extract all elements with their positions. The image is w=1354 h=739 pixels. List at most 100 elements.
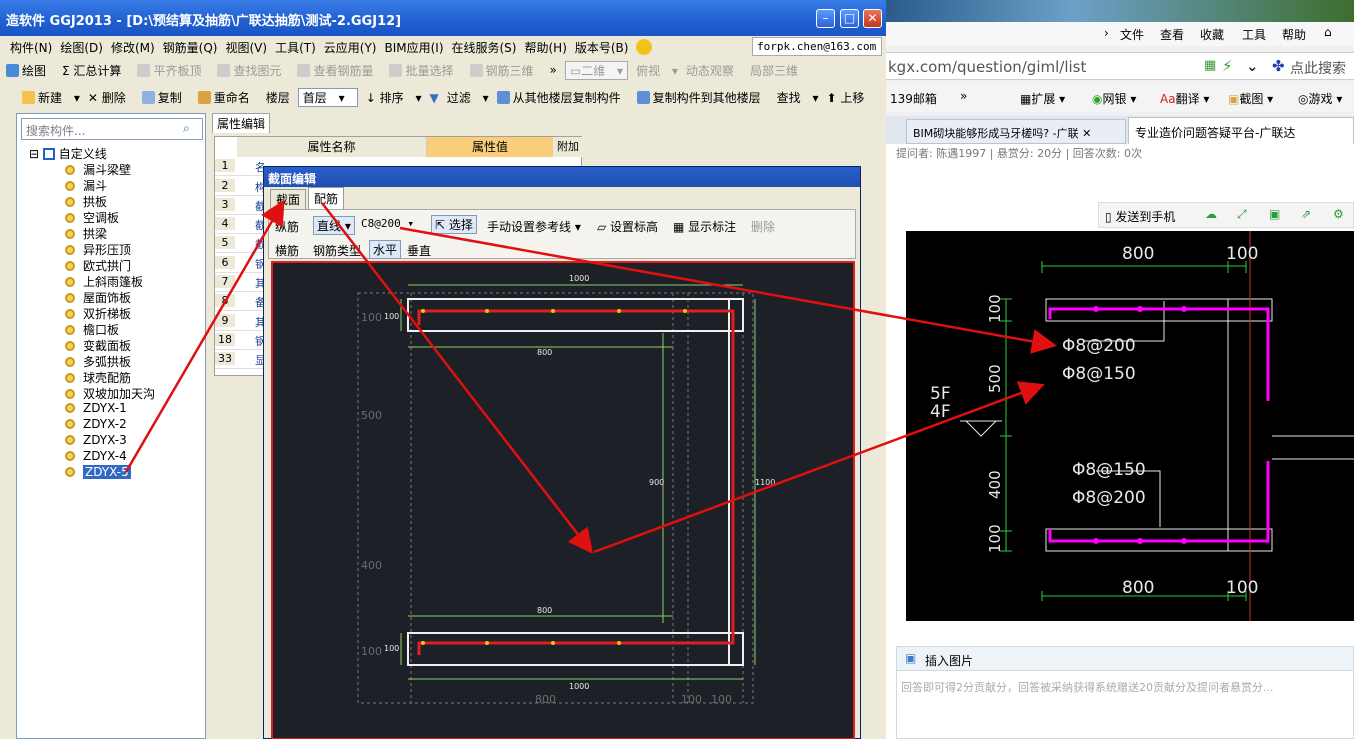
lightning-icon[interactable]: ⚡ (1222, 57, 1233, 75)
rebar-3d-button[interactable]: 钢筋三维 (469, 62, 542, 79)
tree-item[interactable]: 上斜雨篷板 (65, 273, 143, 289)
top-view-button[interactable]: 俯视 ▾ (636, 62, 678, 79)
tab-cost-platform[interactable]: 专业造价问题答疑平台-广联达 (1128, 117, 1354, 144)
batch-select-button[interactable]: 批量选择 (389, 62, 461, 79)
tree-item[interactable]: ZDYX-3 (65, 433, 127, 449)
show-dimension-button[interactable]: ▦ 显示标注 (673, 218, 736, 235)
bmenu-tools[interactable]: 工具 (1242, 26, 1266, 43)
bmenu-file[interactable]: 文件 (1120, 26, 1144, 43)
view-rebar-button[interactable]: 查看钢筋量 (297, 62, 381, 79)
tree-item[interactable]: 多弧拱板 (65, 353, 131, 369)
menu-online[interactable]: 在线服务(S) (452, 39, 517, 56)
tree-item[interactable]: 檐口板 (65, 321, 119, 337)
menu-cloud[interactable]: 云应用(Y) (324, 39, 377, 56)
tab-reinforcement[interactable]: 配筋 (308, 187, 345, 209)
copy-to-floor-button[interactable]: 复制构件到其他楼层 (636, 89, 769, 106)
copy-from-floor-button[interactable]: 从其他楼层复制构件 (496, 89, 629, 106)
filter-button[interactable]: ▼ 过滤 ▾ (430, 89, 489, 106)
component-search-input[interactable]: 搜索构件... (21, 118, 203, 140)
search-dropdown-button[interactable]: 查找 ▾ (777, 89, 819, 106)
tree-item[interactable]: 拱板 (65, 193, 107, 209)
sum-calc-button[interactable]: Σ 汇总计算 (62, 62, 129, 79)
dynamic-view-button[interactable]: 动态观察 (686, 62, 742, 79)
tree-item[interactable]: 变截面板 (65, 337, 131, 353)
view-mode-dropdown[interactable]: ▭二维 ▾ (564, 60, 629, 80)
insert-image-button[interactable]: ▣ 插入图片 (897, 647, 1353, 671)
delete-button[interactable]: ✕ 删除 (88, 89, 134, 106)
section-delete-button[interactable]: 删除 (751, 218, 775, 235)
tree-item[interactable]: 空调板 (65, 209, 119, 225)
bookmark-extensions[interactable]: ▦扩展 ▾ (1020, 90, 1065, 107)
section-drawing-canvas[interactable]: 1000 100 800 900 1100 800 100 1000 800 1… (271, 261, 855, 739)
straight-line-button[interactable]: 直线 ▾ (313, 216, 355, 235)
tree-item[interactable]: ZDYX-4 (65, 449, 127, 465)
qr-icon[interactable]: ▦ (1204, 58, 1216, 73)
rebar-spec-input[interactable]: C8@200 ▾ (361, 217, 414, 230)
menu-component[interactable]: 构件(N) (10, 39, 52, 56)
tab-section[interactable]: 截面 (270, 189, 307, 210)
tab-bim-question[interactable]: BIM砌块能够形成马牙槎吗? -广联 ✕ (906, 119, 1126, 144)
tree-item[interactable]: ZDYX-1 (65, 401, 127, 417)
answer-textarea[interactable]: 回答即可得2分贡献分，回答被采纳获得系统赠送20贡献分及提问者悬赏分... (901, 679, 1351, 695)
tree-item[interactable]: 欧式拱门 (65, 257, 131, 273)
tree-item[interactable]: 屋面饰板 (65, 289, 131, 305)
set-elevation-button[interactable]: ▱ 设置标高 (597, 218, 658, 235)
rename-button[interactable]: 重命名 (197, 89, 258, 106)
bmenu-help[interactable]: 帮助 (1282, 26, 1306, 43)
tree-item[interactable]: ZDYX-2 (65, 417, 127, 433)
menu-help[interactable]: 帮助(H) (524, 39, 566, 56)
tree-item[interactable]: ZDYX-5 (65, 465, 131, 481)
tab-property-edit[interactable]: 属性编辑 (212, 113, 271, 133)
menu-version[interactable]: 版本号(B) (575, 39, 629, 56)
bmenu-view[interactable]: 查看 (1160, 26, 1184, 43)
cloud-icon[interactable]: ☁ (1205, 207, 1217, 221)
tree-item[interactable]: 异形压顶 (65, 241, 131, 257)
bookmark-translate[interactable]: Aa翻译 ▾ (1160, 90, 1209, 107)
local-3d-button[interactable]: 局部三维 (750, 62, 806, 79)
vertical-button[interactable]: 垂直 (407, 242, 431, 259)
menu-bim[interactable]: BIM应用(I) (384, 39, 443, 56)
bmenu-favorites[interactable]: 收藏 (1200, 26, 1224, 43)
bookmark-139mail[interactable]: 139邮箱 (890, 90, 937, 107)
maximize-button[interactable]: □ (840, 9, 859, 28)
draw-button[interactable]: 绘图 (6, 62, 54, 79)
tree-item[interactable]: 漏斗 (65, 177, 107, 193)
menu-draw[interactable]: 绘图(D) (60, 39, 103, 56)
tree-item[interactable]: 双坡加加天沟 (65, 385, 155, 401)
gear-icon[interactable]: ⚙ (1333, 207, 1344, 221)
fullscreen-icon[interactable]: ⤢ (1237, 207, 1247, 222)
floor-select[interactable]: 首层 ▾ (297, 87, 358, 107)
send-to-phone-button[interactable]: ▯ 发送到手机 (1105, 208, 1175, 225)
search-icon[interactable]: ⌕ (183, 121, 190, 136)
overflow-chevron-icon[interactable]: » (550, 63, 557, 77)
select-button[interactable]: ⇱ 选择 (431, 215, 477, 234)
sort-button[interactable]: ↓ 排序 ▾ (366, 89, 422, 106)
minimize-button[interactable]: – (816, 9, 835, 28)
find-element-button[interactable]: 查找图元 (217, 62, 289, 79)
menu-view[interactable]: 视图(V) (225, 39, 267, 56)
paw-search-icon[interactable]: ✤ (1272, 57, 1285, 75)
close-button[interactable]: ✕ (863, 9, 882, 28)
save-icon[interactable]: ▣ (1269, 207, 1280, 221)
more-chevron-icon[interactable]: » (960, 89, 967, 103)
tree-item[interactable]: 漏斗梁壁 (65, 161, 131, 177)
new-button[interactable]: 新建 ▾ (22, 89, 80, 106)
bookmark-games[interactable]: ◎游戏 ▾ (1298, 90, 1342, 107)
horizontal-button[interactable]: 水平 (369, 240, 402, 259)
menu-rebar-qty[interactable]: 钢筋量(Q) (163, 39, 218, 56)
url-text[interactable]: kgx.com/question/giml/list (888, 58, 1086, 76)
copy-button[interactable]: 复制 (141, 89, 190, 106)
tree-root[interactable]: ⊟ 自定义线 (29, 145, 107, 162)
user-account-dropdown[interactable]: forpk.chen@163.com ▾ (752, 37, 882, 66)
address-bar[interactable]: kgx.com/question/giml/list ▦ ⚡ ⌄ ✤ 点此搜索 (886, 52, 1354, 80)
tree-item[interactable]: 球壳配筋 (65, 369, 131, 385)
dropdown-icon[interactable]: ⌄ (1246, 57, 1259, 75)
search-hint[interactable]: 点此搜索 (1290, 58, 1346, 78)
share-icon[interactable]: ⇗ (1301, 207, 1311, 221)
tree-item[interactable]: 双折梯板 (65, 305, 131, 321)
flat-slab-button[interactable]: 平齐板顶 (137, 62, 209, 79)
bookmark-ebank[interactable]: ◉网银 ▾ (1092, 90, 1136, 107)
home-icon[interactable]: ⌂ (1324, 25, 1332, 39)
menu-modify[interactable]: 修改(M) (111, 39, 155, 56)
bookmark-screenshot[interactable]: ▣截图 ▾ (1228, 90, 1273, 107)
